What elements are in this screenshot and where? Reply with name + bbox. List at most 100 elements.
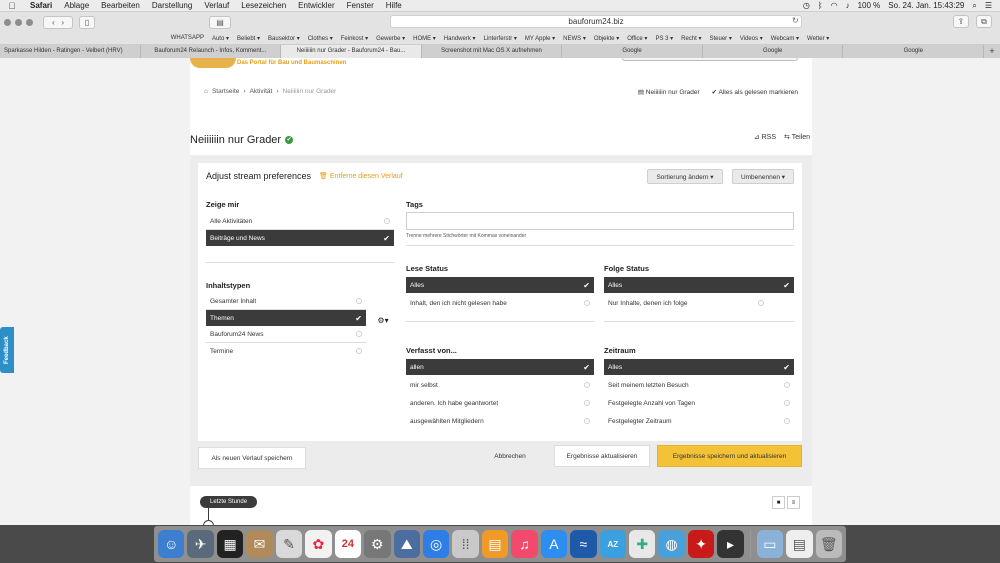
share-link[interactable]: ⇆ Teilen xyxy=(784,133,810,141)
mark-all-read-link[interactable]: ✔ Alles als gelesen markieren xyxy=(712,88,798,96)
minimize-window-icon[interactable] xyxy=(15,18,22,26)
cancel-button[interactable]: Abbrechen xyxy=(480,445,540,467)
browser-tab-active[interactable]: Neiiiiiin nur Grader - Bauforum24 - Bau.… xyxy=(281,45,422,58)
rss-link[interactable]: ⊿ RSS xyxy=(754,133,776,141)
preview-icon[interactable]: ⛰ xyxy=(393,530,420,558)
bookmark-item[interactable]: Wetter ▾ xyxy=(803,35,833,42)
option-bauforum24-news[interactable]: Bauforum24 News xyxy=(206,326,366,342)
menu-item[interactable]: Verlauf xyxy=(198,1,235,10)
contacts-icon[interactable]: ✉ xyxy=(246,530,273,558)
notes-icon[interactable]: ✎ xyxy=(275,530,303,558)
browser-tab[interactable]: Sparkasse Hilden - Ratingen - Velbert (H… xyxy=(0,45,141,58)
bookmark-item[interactable]: NEWS ▾ xyxy=(559,35,590,42)
bookmark-item[interactable]: Beliebt ▾ xyxy=(233,35,264,42)
menu-item[interactable]: Fenster xyxy=(341,1,380,10)
new-tab-icon[interactable]: + xyxy=(984,45,1000,58)
bookmark-item[interactable]: HOME ▾ xyxy=(409,35,440,42)
option-topics[interactable]: Themen ✔ xyxy=(206,310,366,326)
breadcrumb-item[interactable]: Startseite xyxy=(212,88,239,95)
option-by-all[interactable]: allen ✔ xyxy=(406,359,594,375)
bluetooth-icon[interactable]: ᛒ xyxy=(818,1,823,10)
reader-icon[interactable]: ▤ xyxy=(209,15,231,29)
option-number-of-days[interactable]: Festgelegte Anzahl von Tagen xyxy=(604,395,794,411)
system-preferences-icon[interactable]: ⚙ xyxy=(364,530,391,558)
update-results-button[interactable]: Ergebnisse aktualisieren xyxy=(554,445,650,467)
bookmark-item[interactable]: WHATSAPP xyxy=(167,35,208,41)
sort-dropdown-button[interactable]: Sortierung ändern ▾ xyxy=(647,169,723,184)
option-all-activities[interactable]: Alle Aktivitäten xyxy=(206,213,394,229)
spotlight-icon[interactable]: ⌕ xyxy=(972,1,976,11)
volume-icon[interactable]: ♪ xyxy=(846,1,850,10)
feedback-tab[interactable]: Feedback xyxy=(0,327,14,373)
bookmark-item[interactable]: Objekte ▾ xyxy=(590,35,623,42)
rename-dropdown-button[interactable]: Umbenennen ▾ xyxy=(732,169,794,184)
option-read-all[interactable]: Alles ✔ xyxy=(406,277,594,293)
gear-dropdown-icon[interactable]: ⚙▾ xyxy=(372,313,394,329)
back-forward-buttons[interactable]: ‹ › xyxy=(43,15,73,29)
option-followed-only[interactable]: Nur Inhalte, denen ich folge xyxy=(604,295,794,311)
bookmark-item[interactable]: Handwerk ▾ xyxy=(440,35,480,42)
bookmark-item[interactable]: Recht ▾ xyxy=(677,35,705,42)
dolphin-app-icon[interactable]: ≈ xyxy=(570,530,597,558)
finder-icon[interactable]: ☺ xyxy=(158,530,185,558)
azureus-icon[interactable]: AZ xyxy=(599,530,626,558)
bookmark-item[interactable]: Bausektor ▾ xyxy=(264,35,304,42)
wifi-icon[interactable]: ◠ xyxy=(831,1,838,10)
tabs-overview-icon[interactable]: ⧉ xyxy=(976,15,992,28)
tags-input[interactable] xyxy=(406,212,794,230)
option-all-content[interactable]: Gesamter Inhalt xyxy=(206,293,366,309)
option-fixed-timeframe[interactable]: Festgelegter Zeitraum xyxy=(604,413,794,429)
downloads-folder-icon[interactable]: ▭ xyxy=(756,530,784,558)
globe-app-icon[interactable]: ◍ xyxy=(658,530,685,558)
bookmark-item[interactable]: Gewerbe ▾ xyxy=(372,35,409,42)
sidebar-icon[interactable]: ▯ xyxy=(79,15,95,29)
bookmark-item[interactable]: Clothes ▾ xyxy=(304,35,337,42)
menu-item[interactable]: Darstellung xyxy=(146,1,198,10)
option-posts-news[interactable]: Beiträge und News ✔ xyxy=(206,230,394,246)
remove-stream-link[interactable]: 🗑 Entferne diesen Verlauf xyxy=(319,172,403,180)
apple-icon[interactable]:  xyxy=(0,1,24,11)
browser-tab[interactable]: Bauforum24 Relaunch - Infos, Komment... xyxy=(141,45,282,58)
acrobat-icon[interactable]: ✦ xyxy=(687,530,715,558)
app-grid-icon[interactable]: ⁞⁞ xyxy=(452,530,479,558)
bookmark-item[interactable]: Feinkost ▾ xyxy=(337,35,372,42)
browser-tab[interactable]: Google xyxy=(843,45,985,58)
stamp-app-icon[interactable]: ✚ xyxy=(629,530,656,558)
option-by-me[interactable]: mir selbst xyxy=(406,377,594,393)
ibooks-icon[interactable]: ▤ xyxy=(481,530,509,558)
battery-label[interactable]: 100 % xyxy=(858,1,881,10)
site-logo[interactable] xyxy=(190,58,236,68)
option-follow-all[interactable]: Alles ✔ xyxy=(604,277,794,293)
bookmark-item[interactable]: Steuer ▾ xyxy=(706,35,736,42)
menu-item[interactable]: Bearbeiten xyxy=(95,1,146,10)
option-by-others-replied[interactable]: anderen. Ich habe geantwortet xyxy=(406,395,594,411)
condensed-view-icon[interactable]: ≡ xyxy=(787,496,800,509)
menu-list-icon[interactable]: ☰ xyxy=(985,1,992,10)
bookmark-item[interactable]: Auto ▾ xyxy=(208,35,233,42)
stream-link[interactable]: ▤ Neiiiiiin nur Grader xyxy=(638,88,700,96)
clock[interactable]: So. 24. Jan. 15:43:29 xyxy=(888,1,964,10)
terminal-icon[interactable]: ▸ xyxy=(717,530,744,558)
documents-stack-icon[interactable]: ▤ xyxy=(786,530,813,558)
menu-app-name[interactable]: Safari xyxy=(24,1,58,10)
option-by-selected-members[interactable]: ausgewählten Mitgliedern xyxy=(406,413,594,429)
option-events[interactable]: Termine xyxy=(206,343,366,359)
save-and-update-button[interactable]: Ergebnisse speichern und aktualisieren xyxy=(657,445,802,467)
bookmark-item[interactable]: Linterferstr ▾ xyxy=(480,35,521,42)
browser-tab[interactable]: Screenshot mit Mac OS X aufnehmen xyxy=(422,45,563,58)
mission-control-icon[interactable]: ▦ xyxy=(216,530,244,558)
zoom-window-icon[interactable] xyxy=(26,18,33,26)
close-window-icon[interactable] xyxy=(4,18,11,26)
photos-icon[interactable]: ✿ xyxy=(305,530,332,558)
bookmark-item[interactable]: MY Apple ▾ xyxy=(521,35,559,42)
calendar-icon[interactable]: 24 xyxy=(334,530,362,558)
bookmark-item[interactable]: Webcam ▾ xyxy=(767,35,803,42)
share-icon[interactable]: ⇪ xyxy=(953,15,969,28)
option-unread[interactable]: Inhalt, den ich nicht gelesen habe xyxy=(406,295,594,311)
url-bar[interactable]: bauforum24.biz xyxy=(390,15,802,28)
app-store-icon[interactable]: A xyxy=(540,530,568,558)
menu-item[interactable]: Lesezeichen xyxy=(235,1,292,10)
trash-icon[interactable]: 🗑 xyxy=(815,530,842,558)
option-since-last-visit[interactable]: Seit meinem letzten Besuch xyxy=(604,377,794,393)
browser-tab[interactable]: Google xyxy=(703,45,844,58)
